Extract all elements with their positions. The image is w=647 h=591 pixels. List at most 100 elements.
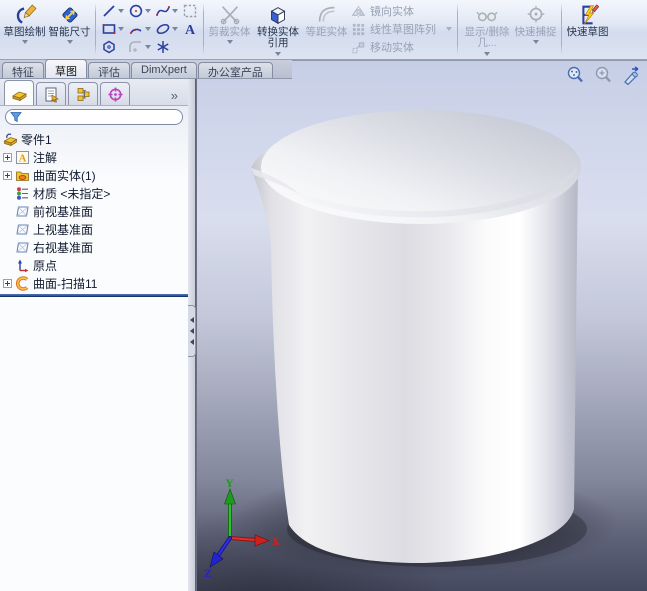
selection-box-icon — [183, 4, 197, 18]
rectangle-dropdown-caret[interactable] — [118, 27, 124, 31]
feature-tree: 零件1 A 注解 曲面实体(1) 材质 <未指定> 前视基准面 上视基准面 右视… — [0, 127, 188, 297]
spline-icon — [156, 6, 170, 16]
smart-dimension-dropdown-caret[interactable] — [66, 40, 73, 45]
tree-item-part[interactable]: 零件1 — [0, 130, 188, 148]
model-scene: Y X Z — [204, 110, 619, 580]
tab-office-products[interactable]: 办公室产品 — [197, 62, 273, 79]
tab-sketch[interactable]: 草图 — [45, 59, 87, 78]
quick-snaps-dropdown-caret[interactable] — [532, 40, 539, 45]
surface-sweep-icon — [14, 275, 30, 291]
line-tool[interactable] — [101, 2, 124, 20]
expand-toggle[interactable] — [3, 170, 12, 180]
graphics-viewport[interactable]: Y X Z — [196, 60, 647, 591]
sketch-text-icon: A — [185, 23, 196, 37]
tree-item-material[interactable]: 材质 <未指定> — [0, 184, 188, 202]
plane-icon — [14, 240, 30, 255]
rapid-sketch-button[interactable]: 快速草图 — [565, 1, 610, 57]
quick-snaps-button[interactable]: 快速捕捉 — [513, 1, 558, 57]
arc-dropdown-caret[interactable] — [145, 27, 151, 31]
beaker-model[interactable] — [251, 110, 581, 563]
tree-item-right-plane[interactable]: 右视基准面 — [0, 238, 188, 256]
display-delete-relations-button[interactable]: 显示/删除几... — [461, 1, 513, 57]
sketch-pencil-icon — [16, 4, 37, 24]
offset-entities-button[interactable]: 等距实体 — [304, 1, 349, 57]
tree-item-label: 上视基准面 — [33, 222, 94, 237]
point-tool[interactable] — [155, 38, 178, 56]
tree-item-surface-bodies[interactable]: 曲面实体(1) — [0, 166, 188, 184]
svg-text:Z: Z — [204, 569, 211, 580]
feature-filter-input[interactable] — [22, 111, 178, 123]
panel-splitter[interactable] — [188, 79, 196, 591]
tree-item-label: 右视基准面 — [33, 240, 94, 255]
sketch-dropdown-caret[interactable] — [21, 40, 28, 45]
text-tool[interactable]: A — [182, 20, 198, 38]
trim-entities-button[interactable]: 剪裁实体 — [207, 1, 252, 57]
expand-toggle[interactable] — [3, 278, 12, 288]
panel-tab-configurationmanager[interactable] — [68, 82, 98, 105]
view-previous-icon[interactable] — [621, 65, 641, 85]
spline-tool[interactable] — [155, 2, 178, 20]
tab-evaluate[interactable]: 评估 — [88, 62, 130, 79]
plane-icon — [14, 222, 30, 237]
tree-item-front-plane[interactable]: 前视基准面 — [0, 202, 188, 220]
zoom-to-area-icon[interactable] — [593, 65, 613, 85]
trim-entities-label: 剪裁实体 — [208, 26, 251, 38]
tree-item-surface-sweep[interactable]: 曲面-扫描11 — [0, 274, 188, 292]
convert-dropdown-caret[interactable] — [275, 51, 281, 56]
smart-dimension-icon — [61, 7, 78, 23]
mirror-entities-icon — [351, 5, 366, 17]
sketch-entity-grid: A — [99, 1, 200, 57]
smart-dimension-label: 智能尺寸 — [48, 26, 91, 38]
linear-pattern-button[interactable]: 线性草图阵列 — [351, 21, 452, 38]
mirror-entities-button[interactable]: 镜向实体 — [351, 3, 452, 20]
expand-toggle[interactable] — [3, 152, 12, 162]
tree-item-origin[interactable]: 原点 — [0, 256, 188, 274]
offset-entities-label: 等距实体 — [305, 26, 348, 38]
ellipse-tool[interactable] — [155, 20, 178, 38]
collapse-arrow-icon — [189, 328, 194, 334]
polygon-tool[interactable] — [101, 38, 124, 56]
circle-tool[interactable] — [128, 2, 151, 20]
ellipse-dropdown-caret[interactable] — [172, 27, 178, 31]
display-delete-dropdown-caret[interactable] — [484, 51, 490, 56]
move-entities-button[interactable]: 移动实体 — [351, 39, 452, 56]
beaker-rim-interior[interactable] — [261, 110, 581, 224]
sketch-button[interactable]: 草图绘制 — [2, 1, 47, 57]
collapse-arrow-icon — [189, 317, 194, 323]
linear-pattern-dropdown-caret[interactable] — [446, 27, 452, 31]
circle-dropdown-caret[interactable] — [145, 9, 151, 13]
selection-box-tool[interactable] — [182, 2, 198, 20]
fillet-dropdown-caret[interactable] — [145, 45, 151, 49]
zoom-to-fit-icon[interactable] — [565, 65, 585, 85]
panel-tab-dimxpertmanager[interactable] — [100, 82, 130, 105]
svg-text:A: A — [185, 23, 196, 37]
tree-item-top-plane[interactable]: 上视基准面 — [0, 220, 188, 238]
tree-item-annotations[interactable]: A 注解 — [0, 148, 188, 166]
line-dropdown-caret[interactable] — [118, 9, 124, 13]
toolbar-separator — [457, 3, 458, 55]
polygon-icon — [103, 40, 115, 54]
smart-dimension-button[interactable]: 智能尺寸 — [47, 1, 92, 57]
panel-collapse-handle[interactable] — [188, 305, 196, 357]
line-icon — [103, 5, 115, 17]
panel-tabs-overflow-chevron[interactable]: » — [165, 88, 184, 105]
fillet-tool[interactable] — [128, 38, 151, 56]
convert-entities-button[interactable]: 转换实体引用 — [252, 1, 304, 57]
tab-features[interactable]: 特征 — [2, 62, 44, 79]
rollback-bar[interactable] — [0, 294, 188, 297]
trim-dropdown-caret[interactable] — [226, 40, 233, 45]
centerpoint-arc-tool[interactable] — [128, 20, 151, 38]
svg-text:A: A — [18, 153, 26, 164]
rectangle-tool[interactable] — [101, 20, 124, 38]
centerpoint-arc-icon — [130, 28, 142, 34]
spline-dropdown-caret[interactable] — [172, 9, 178, 13]
heads-up-view-toolbar — [565, 65, 641, 85]
tree-item-label: 前视基准面 — [33, 204, 94, 219]
panel-tab-propertymanager[interactable] — [36, 82, 66, 105]
tab-dimxpert[interactable]: DimXpert — [131, 62, 197, 78]
display-delete-relations-label: 显示/删除几... — [464, 26, 510, 50]
panel-tab-featuremanager[interactable] — [4, 80, 34, 105]
linear-pattern-label: 线性草图阵列 — [370, 24, 436, 36]
convert-entities-label: 转换实体引用 — [257, 26, 299, 50]
toolbar-separator — [561, 3, 562, 55]
